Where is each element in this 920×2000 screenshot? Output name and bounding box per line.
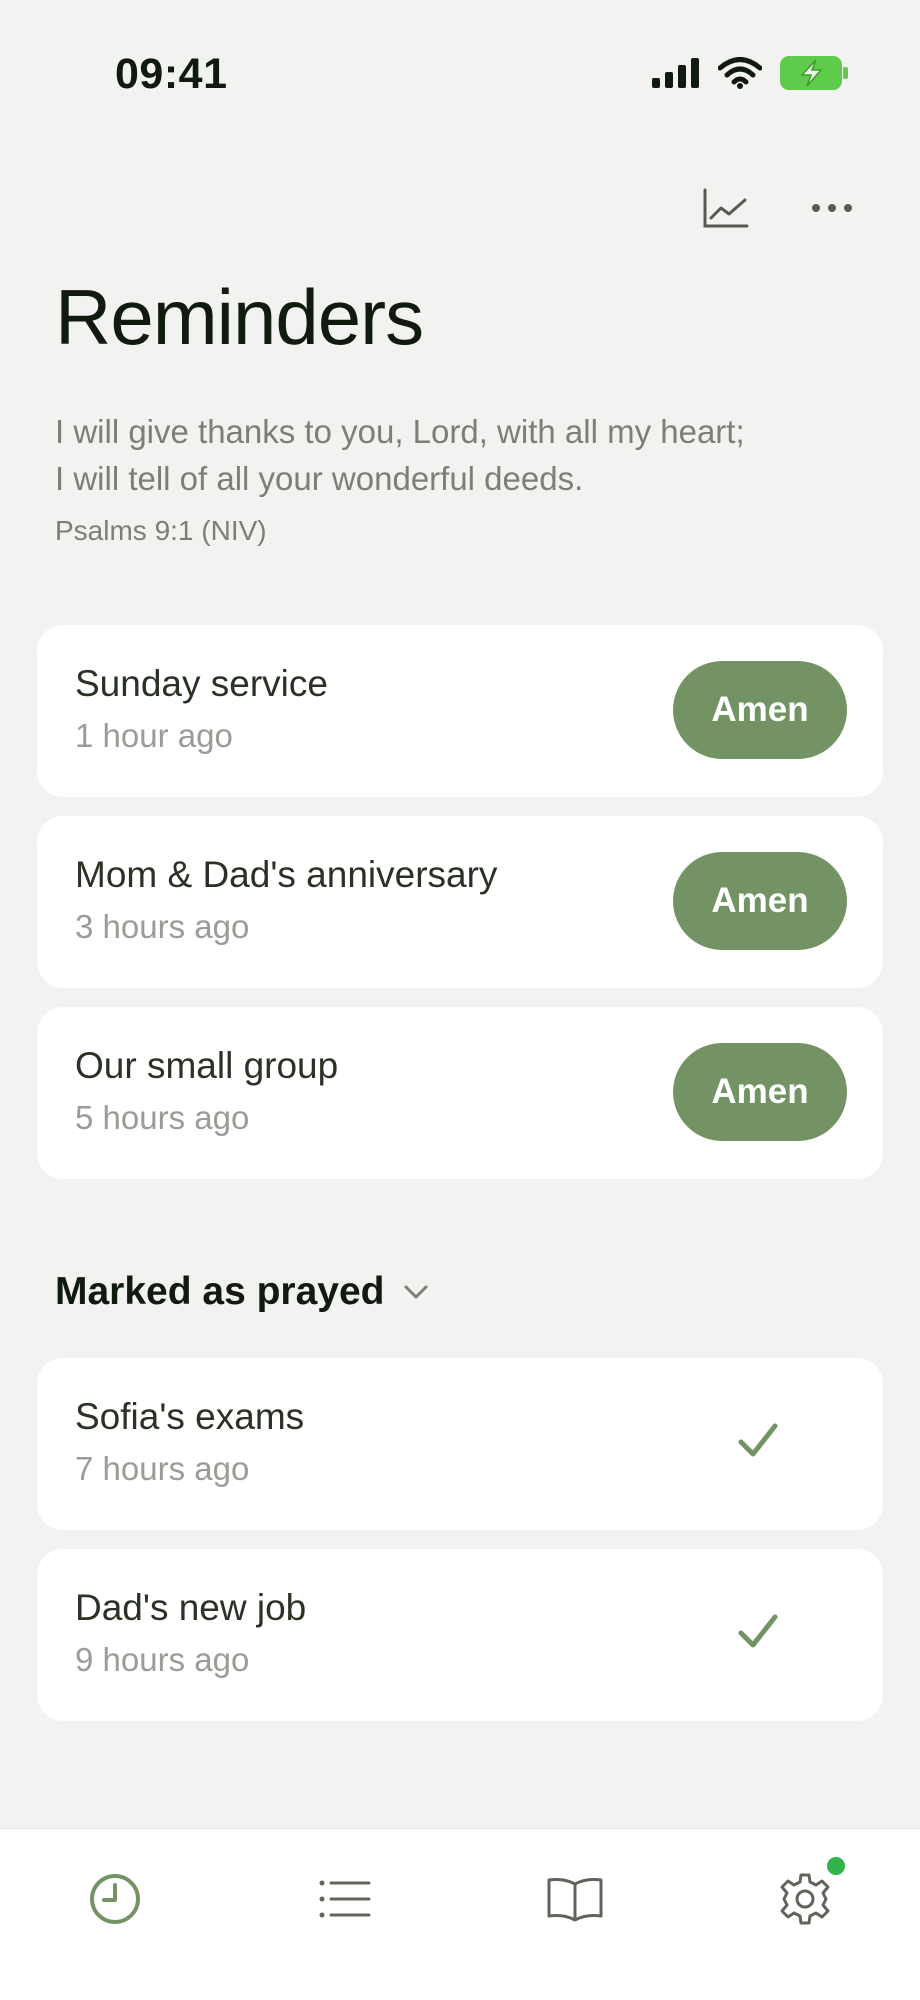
- prayed-title: Sofia's exams: [75, 1396, 305, 1437]
- signal-icon: [652, 58, 699, 88]
- battery-icon: [780, 56, 848, 90]
- amen-button[interactable]: Amen: [673, 852, 847, 950]
- tab-reminders[interactable]: [75, 1859, 155, 1939]
- top-actions: [698, 180, 860, 236]
- reminder-card[interactable]: Sunday service 1 hour ago Amen: [37, 625, 883, 797]
- reminder-title: Mom & Dad's anniversary: [75, 854, 498, 895]
- status-icons: [652, 56, 848, 90]
- wifi-icon: [718, 57, 762, 89]
- stats-button[interactable]: [698, 180, 754, 236]
- verse-line: I will tell of all your wonderful deeds.: [55, 460, 584, 497]
- checkmark-icon: [738, 1614, 778, 1648]
- prayed-time: 7 hours ago: [75, 1450, 250, 1487]
- checkmark-icon: [738, 1423, 778, 1457]
- more-button[interactable]: [804, 180, 860, 236]
- tab-bible[interactable]: [535, 1859, 615, 1939]
- prayed-card[interactable]: Dad's new job 9 hours ago: [37, 1549, 883, 1721]
- more-icon: [812, 204, 852, 212]
- reminder-title: Sunday service: [75, 663, 328, 704]
- reminder-time: 5 hours ago: [75, 1099, 250, 1136]
- reminder-time: 3 hours ago: [75, 908, 250, 945]
- tab-list[interactable]: [305, 1859, 385, 1939]
- reminder-card[interactable]: Mom & Dad's anniversary 3 hours ago Amen: [37, 816, 883, 988]
- notification-dot: [827, 1857, 845, 1875]
- amen-button[interactable]: Amen: [673, 661, 847, 759]
- amen-button[interactable]: Amen: [673, 1043, 847, 1141]
- prayed-card[interactable]: Sofia's exams 7 hours ago: [37, 1358, 883, 1530]
- verse-text: I will give thanks to you, Lord, with al…: [55, 408, 855, 502]
- section-title: Marked as prayed: [55, 1270, 385, 1313]
- chart-icon: [703, 188, 749, 228]
- chevron-down-icon: [404, 1285, 428, 1299]
- verse-line: I will give thanks to you, Lord, with al…: [55, 413, 745, 450]
- gear-icon: [780, 1873, 830, 1925]
- prayed-title: Dad's new job: [75, 1587, 307, 1628]
- reminder-card[interactable]: Our small group 5 hours ago Amen: [37, 1007, 883, 1179]
- page-title: Reminders: [55, 273, 424, 361]
- reminder-time: 1 hour ago: [75, 717, 233, 754]
- clock-icon: [90, 1874, 140, 1924]
- list-icon: [319, 1880, 371, 1918]
- status-time: 09:41: [115, 50, 228, 98]
- tab-bar: [0, 1828, 920, 2000]
- book-icon: [547, 1878, 603, 1922]
- reminder-title: Our small group: [75, 1045, 339, 1086]
- tab-settings[interactable]: [765, 1857, 845, 1939]
- status-bar: 09:41: [0, 0, 920, 150]
- prayed-time: 9 hours ago: [75, 1641, 250, 1678]
- verse-reference: Psalms 9:1 (NIV): [55, 515, 267, 546]
- prayed-section-toggle[interactable]: Marked as prayed: [55, 1270, 429, 1314]
